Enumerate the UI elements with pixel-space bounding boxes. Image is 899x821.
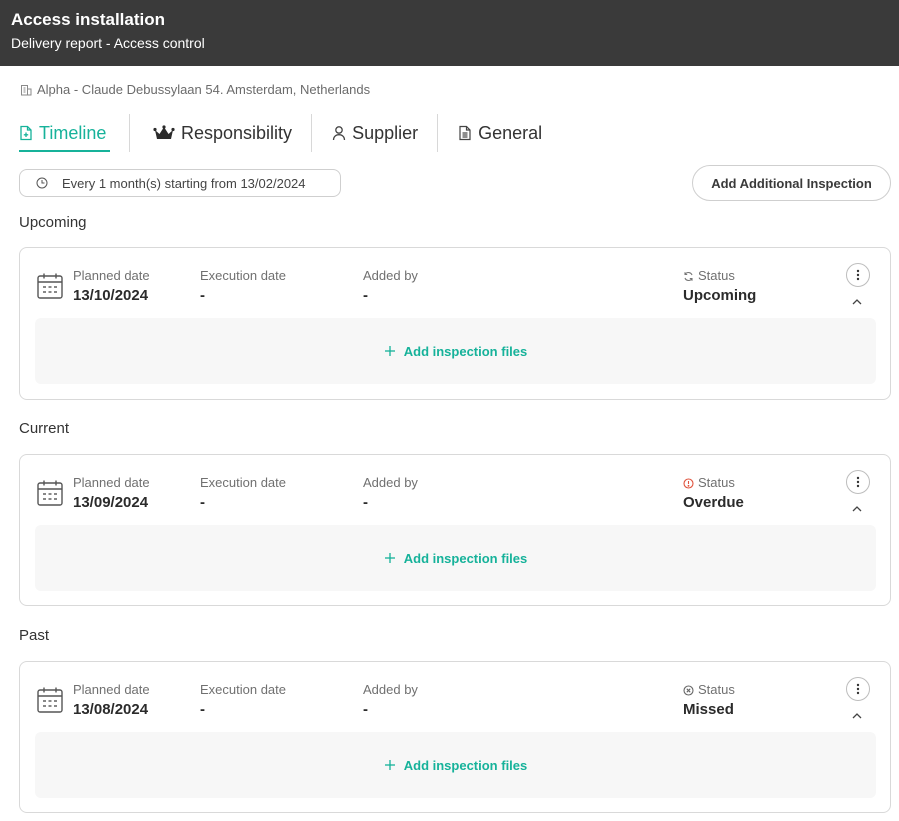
page-header: Access installation Delivery report - Ac…	[0, 0, 899, 66]
execution-date-value: -	[200, 287, 205, 304]
location-line: Alpha - Claude Debussylaan 54. Amsterdam…	[20, 82, 370, 97]
status-label: Status	[698, 475, 735, 490]
added-by-field: Added by -	[363, 475, 418, 512]
page-title: Access installation	[11, 10, 166, 29]
planned-date-field: Planned date 13/08/2024	[73, 682, 150, 719]
added-by-label: Added by	[363, 475, 418, 490]
calendar-icon	[37, 480, 63, 506]
clock-icon	[36, 177, 48, 189]
tab-bar: Timeline Responsibility Supplier General	[19, 114, 542, 152]
tab-divider	[437, 114, 439, 152]
status-label: Status	[698, 268, 735, 283]
added-by-value: -	[363, 287, 368, 304]
added-by-field: Added by -	[363, 268, 418, 305]
execution-date-label: Execution date	[200, 682, 287, 697]
planned-date-label: Planned date	[73, 682, 150, 697]
execution-date-value: -	[200, 701, 205, 718]
planned-date-field: Planned date 13/10/2024	[73, 268, 150, 305]
tab-divider	[129, 114, 130, 152]
tab-label: Timeline	[39, 122, 107, 143]
execution-date-field: Execution date -	[200, 268, 286, 305]
tab-label: Responsibility	[181, 122, 293, 143]
tab-label: General	[478, 122, 543, 143]
add-inspection-files-button[interactable]: Add inspection files	[35, 525, 876, 591]
status-field: Status Missed	[683, 682, 735, 719]
execution-date-label: Execution date	[200, 475, 287, 490]
kebab-icon	[856, 683, 860, 695]
person-icon	[332, 126, 346, 141]
plus-icon	[384, 760, 395, 770]
add-inspection-files-label: Add inspection files	[403, 550, 528, 566]
status-value: Missed	[683, 701, 734, 718]
more-options-button[interactable]	[846, 263, 870, 287]
planned-date-value: 13/10/2024	[73, 287, 149, 304]
inspection-card-past: Planned date 13/08/2024 Execution date -…	[19, 661, 891, 813]
section-upcoming-label: Upcoming	[19, 214, 87, 231]
recurrence-text: Every 1 month(s) starting from 13/02/202…	[62, 175, 306, 191]
add-inspection-files-label: Add inspection files	[403, 343, 528, 359]
inspection-card-upcoming: Planned date 13/10/2024 Execution date -…	[19, 247, 891, 400]
document-plus-icon	[20, 125, 32, 141]
add-inspection-files-button[interactable]: Add inspection files	[35, 732, 876, 798]
more-options-button[interactable]	[846, 677, 870, 701]
plus-icon	[384, 346, 395, 356]
tab-label: Supplier	[352, 122, 419, 143]
tab-divider	[311, 114, 313, 152]
status-label: Status	[698, 682, 735, 697]
calendar-icon	[37, 273, 63, 299]
location-text: Alpha - Claude Debussylaan 54. Amsterdam…	[37, 82, 371, 97]
alert-circle-icon	[683, 477, 694, 489]
inspection-card-current: Planned date 13/09/2024 Execution date -…	[19, 454, 891, 606]
document-icon	[459, 125, 471, 141]
add-inspection-files-button[interactable]: Add inspection files	[35, 318, 876, 384]
execution-date-label: Execution date	[200, 268, 287, 283]
kebab-icon	[856, 476, 860, 488]
status-value: Overdue	[683, 494, 744, 511]
chevron-up-icon[interactable]	[851, 298, 863, 306]
status-field: Status Upcoming	[683, 268, 756, 305]
page-subtitle: Delivery report - Access control	[11, 35, 205, 51]
tab-supplier[interactable]: Supplier	[332, 114, 418, 152]
crown-icon	[153, 125, 175, 139]
section-current-label: Current	[19, 420, 70, 437]
plus-icon	[384, 553, 395, 563]
section-past-label: Past	[19, 627, 50, 644]
planned-date-value: 13/09/2024	[73, 494, 149, 511]
added-by-label: Added by	[363, 268, 418, 283]
more-options-button[interactable]	[846, 470, 870, 494]
tab-general[interactable]: General	[458, 114, 542, 152]
calendar-icon	[37, 687, 63, 713]
x-circle-icon	[683, 684, 694, 696]
planned-date-field: Planned date 13/09/2024	[73, 475, 150, 512]
added-by-field: Added by -	[363, 682, 418, 719]
add-inspection-files-label: Add inspection files	[403, 757, 528, 773]
add-additional-inspection-button[interactable]: Add Additional Inspection	[692, 165, 891, 201]
planned-date-label: Planned date	[73, 268, 150, 283]
recurrence-chip: Every 1 month(s) starting from 13/02/202…	[19, 169, 341, 197]
refresh-icon	[684, 271, 693, 281]
planned-date-value: 13/08/2024	[73, 701, 149, 718]
planned-date-label: Planned date	[73, 475, 150, 490]
added-by-label: Added by	[363, 682, 418, 697]
execution-date-field: Execution date -	[200, 682, 286, 719]
execution-date-field: Execution date -	[200, 475, 286, 512]
added-by-value: -	[363, 701, 368, 718]
chevron-up-icon[interactable]	[851, 505, 863, 513]
added-by-value: -	[363, 494, 368, 511]
building-icon	[21, 84, 32, 95]
status-value: Upcoming	[683, 287, 757, 304]
kebab-icon	[856, 269, 860, 281]
status-field: Status Overdue	[683, 475, 744, 512]
execution-date-value: -	[200, 494, 205, 511]
tab-timeline[interactable]: Timeline	[19, 114, 110, 152]
tab-responsibility[interactable]: Responsibility	[153, 114, 292, 152]
chevron-up-icon[interactable]	[851, 712, 863, 720]
